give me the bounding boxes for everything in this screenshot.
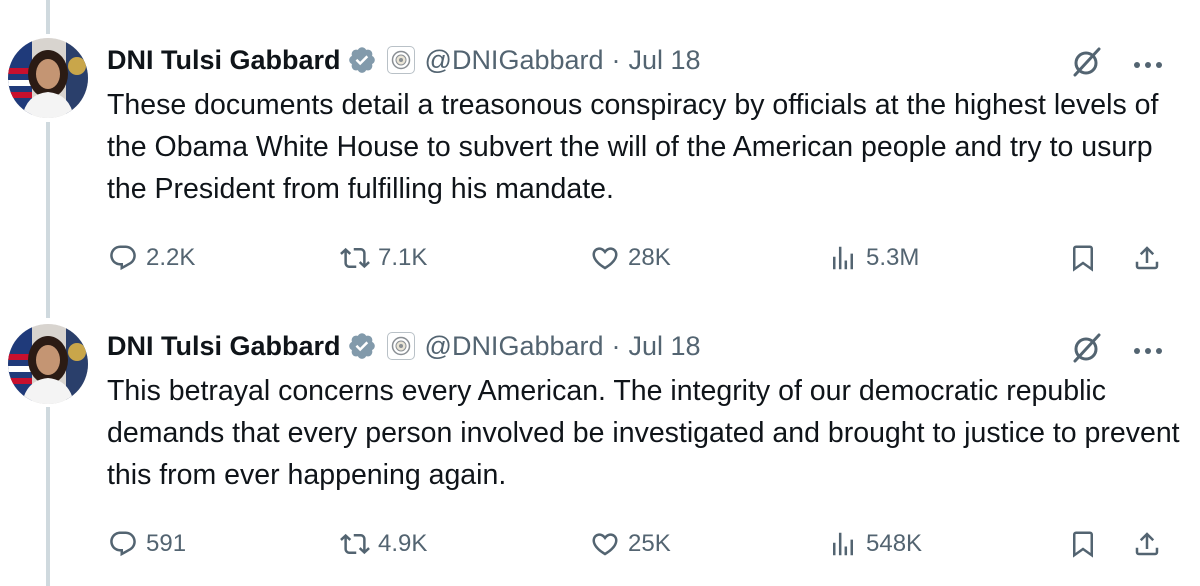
bookmark-button[interactable] <box>1068 236 1098 280</box>
repost-icon <box>340 247 370 269</box>
government-seal-icon[interactable] <box>386 332 415 360</box>
repost-count: 7.1K <box>378 244 428 271</box>
tweet-date[interactable]: Jul 18 <box>629 45 701 76</box>
tweet-text: This betrayal concerns every American. T… <box>107 375 1180 491</box>
tweet-header: DNI Tulsi Gabbard @DNIGabbard · Jul 18 <box>107 326 701 366</box>
reply-count: 2.2K <box>146 244 196 271</box>
like-button[interactable]: 28K <box>590 236 671 280</box>
tweet-text: These documents detail a treasonous cons… <box>107 89 1159 205</box>
reply-button[interactable]: 2.2K <box>108 236 195 280</box>
government-seal-icon[interactable] <box>386 46 415 74</box>
repost-icon <box>340 533 370 555</box>
share-button[interactable] <box>1132 522 1162 566</box>
tweet[interactable]: DNI Tulsi Gabbard @DNIGabbard · Jul 18 T… <box>0 286 1200 570</box>
bookmark-button[interactable] <box>1068 522 1098 566</box>
like-count: 25K <box>628 530 671 557</box>
more-options-icon[interactable] <box>1132 343 1164 361</box>
author-name[interactable]: DNI Tulsi Gabbard <box>107 331 341 362</box>
tweet-thread: DNI Tulsi Gabbard @DNIGabbard · Jul 18 T… <box>0 0 1200 586</box>
tweet-date[interactable]: Jul 18 <box>629 331 701 362</box>
reply-button[interactable]: 591 <box>108 522 186 566</box>
repost-button[interactable]: 4.9K <box>340 522 427 566</box>
grok-icon[interactable] <box>1068 44 1104 85</box>
avatar[interactable] <box>8 38 88 118</box>
reply-icon <box>110 245 136 271</box>
separator-dot: · <box>611 44 621 75</box>
verified-badge-icon[interactable] <box>347 45 377 75</box>
views-icon <box>833 246 853 270</box>
views-count: 5.3M <box>866 244 920 271</box>
author-name[interactable]: DNI Tulsi Gabbard <box>107 45 341 76</box>
reply-icon <box>110 531 136 557</box>
reply-count: 591 <box>146 530 187 557</box>
author-handle[interactable]: @DNIGabbard <box>425 331 604 362</box>
views-button[interactable]: 548K <box>828 522 922 566</box>
tweet-header: DNI Tulsi Gabbard @DNIGabbard · Jul 18 <box>107 40 701 80</box>
views-icon <box>833 532 853 556</box>
tweet[interactable]: DNI Tulsi Gabbard @DNIGabbard · Jul 18 T… <box>0 0 1200 284</box>
share-icon <box>1135 532 1159 556</box>
separator-dot: · <box>611 330 621 361</box>
like-button[interactable]: 25K <box>590 522 671 566</box>
author-handle[interactable]: @DNIGabbard <box>425 45 604 76</box>
share-icon <box>1135 246 1159 270</box>
like-icon <box>592 533 618 556</box>
repost-button[interactable]: 7.1K <box>340 236 427 280</box>
tweet-actions: 2.2K 7.1K 28K 5.3M <box>0 236 1200 280</box>
grok-icon[interactable] <box>1068 330 1104 371</box>
share-button[interactable] <box>1132 236 1162 280</box>
like-icon <box>592 247 618 270</box>
avatar[interactable] <box>8 324 88 404</box>
views-count: 548K <box>866 530 923 557</box>
like-count: 28K <box>628 244 671 271</box>
views-button[interactable]: 5.3M <box>828 236 919 280</box>
more-options-icon[interactable] <box>1132 57 1164 75</box>
repost-count: 4.9K <box>378 530 428 557</box>
bookmark-icon <box>1073 531 1093 558</box>
verified-badge-icon[interactable] <box>347 331 377 361</box>
tweet-actions: 591 4.9K 25K 548K <box>0 522 1200 566</box>
bookmark-icon <box>1073 245 1093 272</box>
